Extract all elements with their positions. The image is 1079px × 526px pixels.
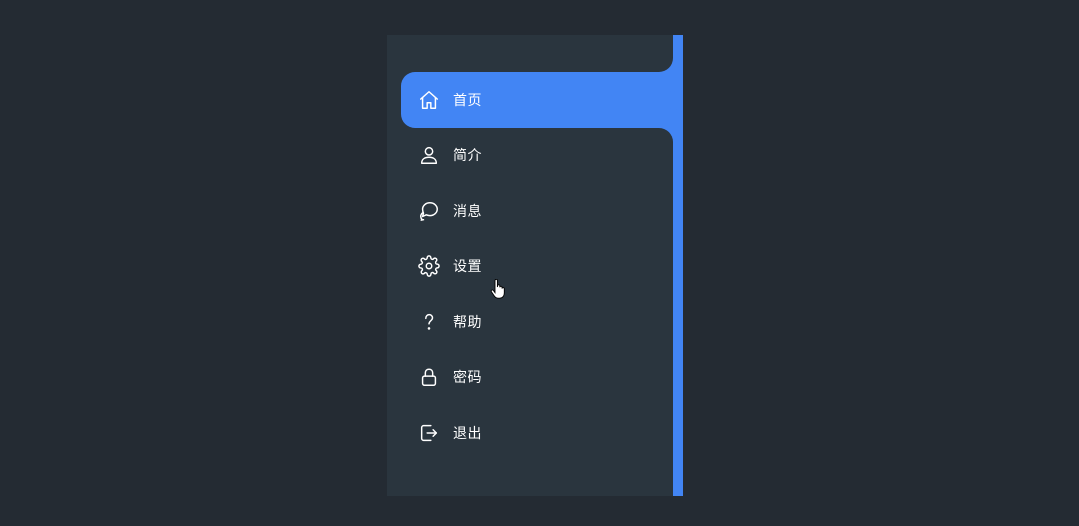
menu-item-label: 帮助 <box>453 314 482 331</box>
sidebar-menu: 首页 简介 消息 设置 帮助 密码 退出 <box>401 72 683 461</box>
hand-cursor-icon <box>490 279 505 299</box>
menu-item-logout[interactable]: 退出 <box>401 405 683 461</box>
gear-icon <box>401 255 457 278</box>
chat-icon <box>401 200 457 222</box>
user-icon <box>401 144 457 166</box>
lock-icon <box>401 366 457 388</box>
logout-icon <box>401 422 457 444</box>
menu-item-label: 密码 <box>453 370 482 387</box>
menu-item-help[interactable]: 帮助 <box>401 294 683 350</box>
menu-item-password[interactable]: 密码 <box>401 350 683 406</box>
home-icon <box>401 89 457 111</box>
help-icon <box>401 311 457 333</box>
menu-item-label: 退出 <box>453 425 482 442</box>
menu-item-label: 首页 <box>453 92 482 109</box>
menu-item-label: 消息 <box>453 203 482 220</box>
menu-item-label: 设置 <box>453 259 482 276</box>
sidebar: 首页 简介 消息 设置 帮助 密码 退出 <box>387 35 683 496</box>
menu-item-messages[interactable]: 消息 <box>401 183 683 239</box>
menu-item-profile[interactable]: 简介 <box>401 128 683 184</box>
menu-item-label: 简介 <box>453 148 482 165</box>
menu-item-home[interactable]: 首页 <box>401 72 683 128</box>
menu-item-settings[interactable]: 设置 <box>401 239 683 295</box>
